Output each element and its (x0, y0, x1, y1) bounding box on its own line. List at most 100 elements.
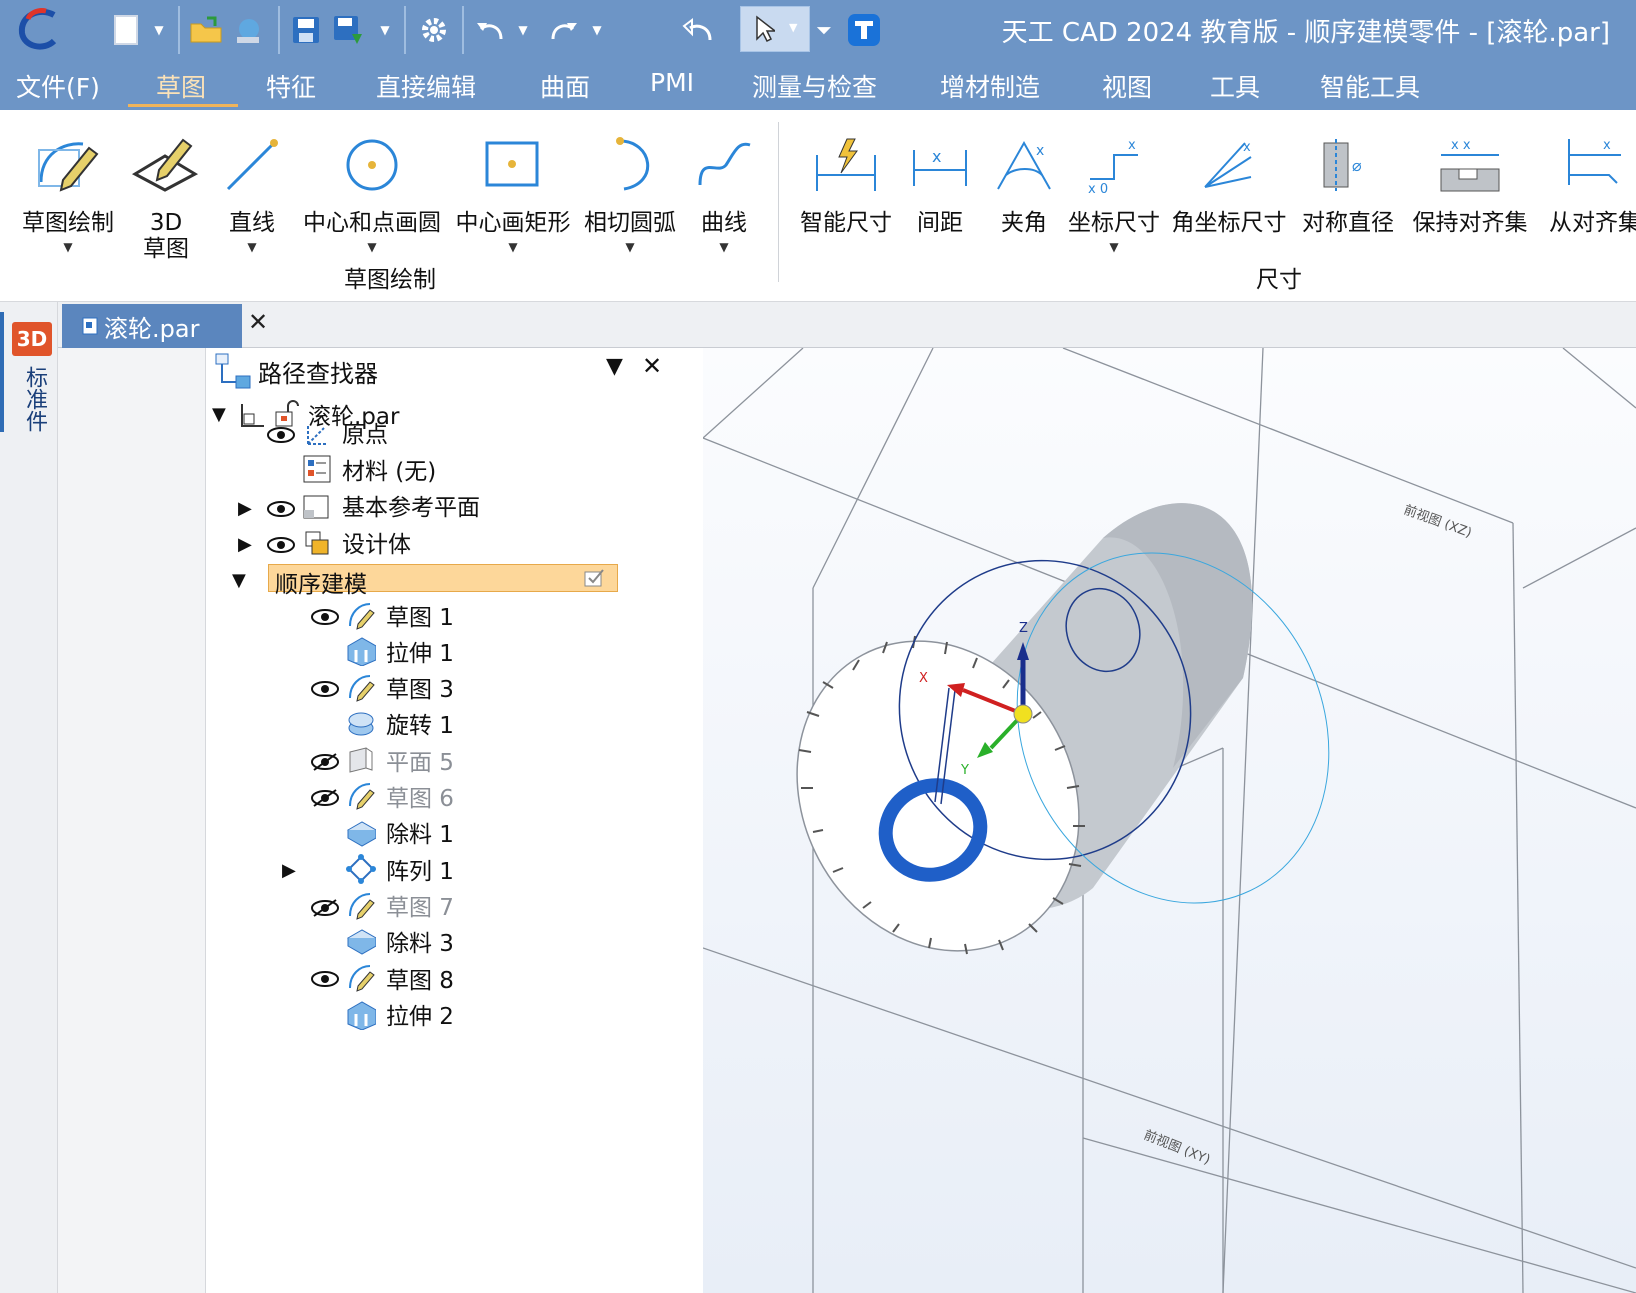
model-canvas[interactable]: 前视图 (XZ) 前视图 (XY) Z X Y (703, 348, 1636, 1293)
tree-item-design-body[interactable]: 设计体 (342, 525, 411, 559)
tree-item-reference-planes[interactable]: 基本参考平面 (342, 488, 480, 522)
feature-cut-3[interactable]: 除料 3 (386, 924, 454, 958)
eye-visible-icon[interactable] (310, 970, 340, 988)
close-panel-icon[interactable]: ✕ (642, 352, 662, 380)
sketch-draw-button[interactable]: 草图绘制 ▼ (18, 120, 118, 254)
symmetric-diameter-button[interactable]: ⌀ 对称直径 (1296, 120, 1400, 236)
select-dropdown-icon[interactable]: ▼ (789, 21, 797, 34)
line-button[interactable]: 直线 ▼ (212, 120, 292, 254)
from-alignment-set-button[interactable]: x 从对齐集 (1540, 120, 1636, 236)
expand-triangle-icon[interactable]: ▶ (282, 860, 296, 881)
menu-surface[interactable]: 曲面 (540, 68, 590, 104)
eye-hidden-icon[interactable] (310, 898, 340, 918)
eye-visible-icon[interactable] (310, 680, 340, 698)
save-as-icon[interactable] (328, 8, 368, 52)
tree-item-ordered-modeling[interactable]: 顺序建模 (268, 564, 618, 598)
svg-text:x: x (1036, 143, 1044, 159)
menu-pmi[interactable]: PMI (650, 68, 694, 97)
open-folder-icon[interactable] (186, 8, 226, 52)
new-file-icon[interactable] (106, 8, 146, 52)
menu-measure[interactable]: 测量与检查 (752, 68, 877, 104)
coordinate-dimension-button[interactable]: x 0x 坐标尺寸 ▼ (1066, 120, 1162, 254)
chevron-down-icon[interactable]: ▼ (582, 240, 678, 254)
settings-gear-icon[interactable] (412, 8, 456, 52)
3d-viewport[interactable]: 前视图 (XZ) 前视图 (XY) Z X Y (703, 348, 1636, 1293)
roller-cylinder[interactable] (744, 501, 1385, 1000)
svg-text:x 0: x 0 (1088, 182, 1108, 195)
chevron-down-icon[interactable]: ▼ (18, 240, 118, 254)
eye-hidden-icon[interactable] (310, 752, 340, 772)
feature-sketch-6[interactable]: 草图 6 (386, 779, 454, 813)
eye-hidden-icon[interactable] (310, 788, 340, 808)
sketch-3d-button[interactable]: 3D 草图 (126, 120, 206, 262)
feature-revolve-1[interactable]: 旋转 1 (386, 706, 454, 740)
expand-triangle-icon[interactable]: ▶ (238, 498, 252, 519)
edit-checkbox-icon[interactable] (583, 568, 607, 588)
open-model-icon[interactable] (228, 8, 268, 52)
feature-pattern-1[interactable]: 阵列 1 (386, 852, 454, 886)
back-icon[interactable] (672, 8, 722, 52)
save-dropdown-icon[interactable]: ▼ (372, 8, 398, 52)
tangent-arc-button[interactable]: 相切圆弧 ▼ (582, 120, 678, 254)
document-tab[interactable]: 滚轮.par (62, 304, 242, 348)
save-icon[interactable] (286, 8, 326, 52)
panel-options-icon[interactable]: ▼ (606, 354, 623, 379)
svg-text:x: x (932, 147, 941, 166)
chevron-down-icon[interactable]: ▼ (686, 240, 762, 254)
feature-extrude-1[interactable]: 拉伸 1 (386, 634, 454, 668)
chevron-down-icon[interactable]: ▼ (1066, 240, 1162, 254)
eye-visible-icon[interactable] (266, 500, 296, 518)
collapse-triangle-icon[interactable]: ▼ (232, 570, 246, 591)
feature-cut-1[interactable]: 除料 1 (386, 815, 454, 849)
eye-visible-icon[interactable] (266, 536, 296, 554)
distance-button[interactable]: x 间距 (900, 120, 980, 236)
chevron-down-icon[interactable]: ▼ (454, 240, 572, 254)
undo-icon[interactable] (470, 8, 510, 52)
menu-direct-edit[interactable]: 直接编辑 (376, 68, 476, 104)
undo-dropdown-icon[interactable]: ▼ (510, 8, 536, 52)
app-logo-icon[interactable] (14, 8, 64, 52)
design-body-icon (305, 531, 329, 555)
tree-item-origin[interactable]: 原点 (342, 415, 388, 449)
feature-sketch-8[interactable]: 草图 8 (386, 961, 454, 995)
menu-additive[interactable]: 增材制造 (940, 68, 1040, 104)
angular-coordinate-button[interactable]: x 角坐标尺寸 (1168, 120, 1290, 236)
close-tab-icon[interactable]: ✕ (248, 308, 268, 336)
chevron-down-icon[interactable]: ▼ (298, 240, 446, 254)
curve-button[interactable]: 曲线 ▼ (686, 120, 762, 254)
distance-icon: x (904, 120, 976, 210)
feature-sketch-7[interactable]: 草图 7 (386, 888, 454, 922)
keep-alignment-set-icon: x x (1434, 120, 1506, 210)
tree-item-material[interactable]: 材料 (无) (342, 452, 436, 486)
smart-dimension-button[interactable]: 智能尺寸 (794, 120, 898, 236)
menu-sketch[interactable]: 草图 (156, 68, 206, 104)
circle-center-point-button[interactable]: 中心和点画圆 ▼ (298, 120, 446, 254)
menu-tools[interactable]: 工具 (1210, 68, 1260, 104)
feature-plane-5[interactable]: 平面 5 (386, 743, 454, 777)
customize-quick-access-icon[interactable]: ⏷ (812, 8, 836, 52)
path-finder-title: 路径查找器 (258, 360, 378, 388)
eye-visible-icon[interactable] (266, 426, 296, 444)
feature-sketch-1[interactable]: 草图 1 (386, 598, 454, 632)
menu-smart-tools[interactable]: 智能工具 (1320, 68, 1420, 104)
curve-icon (688, 120, 760, 210)
select-tool-button[interactable]: ▼ (740, 6, 810, 52)
eye-visible-icon[interactable] (310, 608, 340, 626)
center-rectangle-button[interactable]: 中心画矩形 ▼ (454, 120, 572, 254)
menu-view[interactable]: 视图 (1102, 68, 1152, 104)
tiangong-t-icon[interactable] (842, 8, 886, 52)
redo-icon[interactable] (544, 8, 584, 52)
3d-badge-icon: 3D (12, 322, 52, 356)
feature-extrude-2[interactable]: 拉伸 2 (386, 997, 454, 1031)
angle-button[interactable]: x 夹角 (986, 120, 1062, 236)
standard-parts-tab[interactable]: 3D 标准件 (0, 312, 58, 432)
collapse-triangle-icon[interactable]: ▼ (212, 404, 226, 425)
feature-sketch-3[interactable]: 草图 3 (386, 670, 454, 704)
expand-triangle-icon[interactable]: ▶ (238, 534, 252, 555)
menu-file[interactable]: 文件(F) (16, 68, 100, 104)
chevron-down-icon[interactable]: ▼ (212, 240, 292, 254)
redo-dropdown-icon[interactable]: ▼ (584, 8, 610, 52)
keep-alignment-set-button[interactable]: x x 保持对齐集 (1408, 120, 1532, 236)
new-file-dropdown-icon[interactable]: ▼ (146, 8, 172, 52)
menu-feature[interactable]: 特征 (266, 68, 316, 104)
